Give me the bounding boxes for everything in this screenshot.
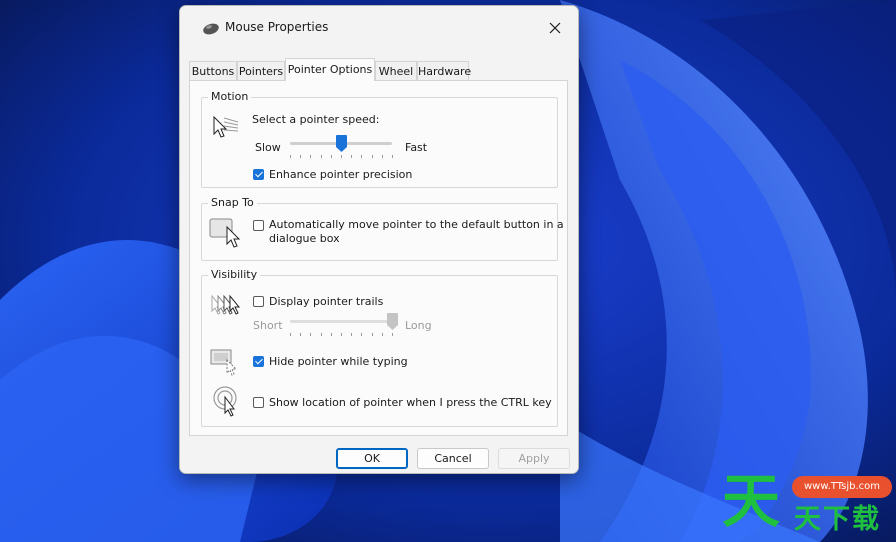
motion-group-label: Motion (208, 90, 252, 103)
trails-slider-ticks (290, 333, 393, 337)
watermark-big-char: 天 (722, 467, 781, 535)
tab-pointer-options[interactable]: Pointer Options (285, 58, 375, 81)
slider-tick (361, 155, 363, 158)
close-button[interactable] (538, 14, 572, 42)
ctrl-locate-checkbox[interactable] (253, 397, 264, 408)
visibility-group: Visibility Display pointer trails Short … (201, 268, 558, 427)
slider-tick (290, 333, 291, 336)
slider-tick (341, 333, 342, 336)
slider-tick (300, 333, 302, 336)
enhance-precision-label[interactable]: Enhance pointer precision (269, 168, 412, 181)
slider-tick (351, 155, 353, 158)
motion-group: Motion Select a pointer speed: Slow Fast… (201, 90, 558, 188)
trails-slider-thumb (386, 313, 398, 330)
window-title: Mouse Properties (225, 20, 329, 34)
slider-tick (351, 333, 353, 336)
long-label: Long (405, 319, 432, 332)
slider-tick (330, 155, 332, 158)
ctrl-locate-icon (213, 386, 237, 417)
pointer-trails-icon (211, 294, 241, 315)
slider-tick (290, 155, 291, 158)
fast-label: Fast (405, 141, 428, 154)
cancel-button[interactable]: Cancel (417, 448, 489, 469)
pointer-trails-checkbox[interactable] (253, 296, 264, 307)
title-bar[interactable]: Mouse Properties (180, 6, 578, 50)
snap-to-label-line1[interactable]: Automatically move pointer to the defaul… (269, 218, 564, 231)
slider-tick (381, 155, 383, 158)
snap-to-checkbox[interactable] (253, 220, 264, 231)
pointer-options-panel: Motion Select a pointer speed: Slow Fast… (189, 80, 568, 436)
trails-slider-track (290, 320, 392, 323)
speed-slider-thumb[interactable] (335, 135, 347, 152)
slider-tick (392, 155, 393, 158)
visibility-group-label: Visibility (208, 268, 261, 281)
hide-pointer-icon (210, 349, 238, 376)
slider-tick (381, 333, 383, 336)
slider-tick (371, 333, 373, 336)
snap-to-icon (209, 218, 241, 248)
pointer-speed-icon (213, 115, 239, 138)
slider-tick (341, 155, 342, 158)
watermark-chars: 天下载 (794, 504, 881, 535)
snap-to-group-label: Snap To (208, 196, 257, 209)
apply-button[interactable]: Apply (498, 448, 570, 469)
snap-to-group: Snap To Automatically move pointer to th… (201, 196, 564, 261)
enhance-precision-checkbox[interactable] (253, 169, 264, 180)
slider-tick (310, 333, 312, 336)
speed-slider-ticks (290, 155, 393, 159)
pointer-speed-prompt: Select a pointer speed: (252, 113, 380, 126)
tab-wheel[interactable]: Wheel (375, 61, 417, 80)
short-label: Short (253, 319, 283, 332)
slider-tick (361, 333, 363, 336)
slider-tick (371, 155, 373, 158)
slider-tick (330, 333, 332, 336)
close-icon (549, 22, 561, 34)
slow-label: Slow (255, 141, 281, 154)
mouse-properties-dialog: Mouse Properties Buttons Pointers Pointe… (179, 5, 579, 474)
slider-tick (320, 155, 322, 158)
hide-pointer-label[interactable]: Hide pointer while typing (269, 355, 408, 368)
watermark-url: www.TTsjb.com (792, 476, 892, 498)
pointer-trails-label[interactable]: Display pointer trails (269, 295, 383, 308)
mouse-icon (203, 23, 219, 35)
ctrl-locate-label[interactable]: Show location of pointer when I press th… (269, 396, 552, 409)
slider-tick (310, 155, 312, 158)
ok-button[interactable]: OK (336, 448, 408, 469)
snap-to-label-line2[interactable]: dialogue box (269, 232, 340, 245)
slider-tick (300, 155, 302, 158)
tab-buttons[interactable]: Buttons (189, 61, 237, 80)
watermark-logo: 天 www.TTsjb.com 天下载 (722, 466, 896, 542)
tab-pointers[interactable]: Pointers (237, 61, 285, 80)
slider-tick (320, 333, 322, 336)
hide-pointer-checkbox[interactable] (253, 356, 264, 367)
dialog-footer: OK Cancel Apply (180, 440, 578, 473)
slider-tick (392, 333, 393, 336)
tab-hardware[interactable]: Hardware (417, 61, 471, 80)
